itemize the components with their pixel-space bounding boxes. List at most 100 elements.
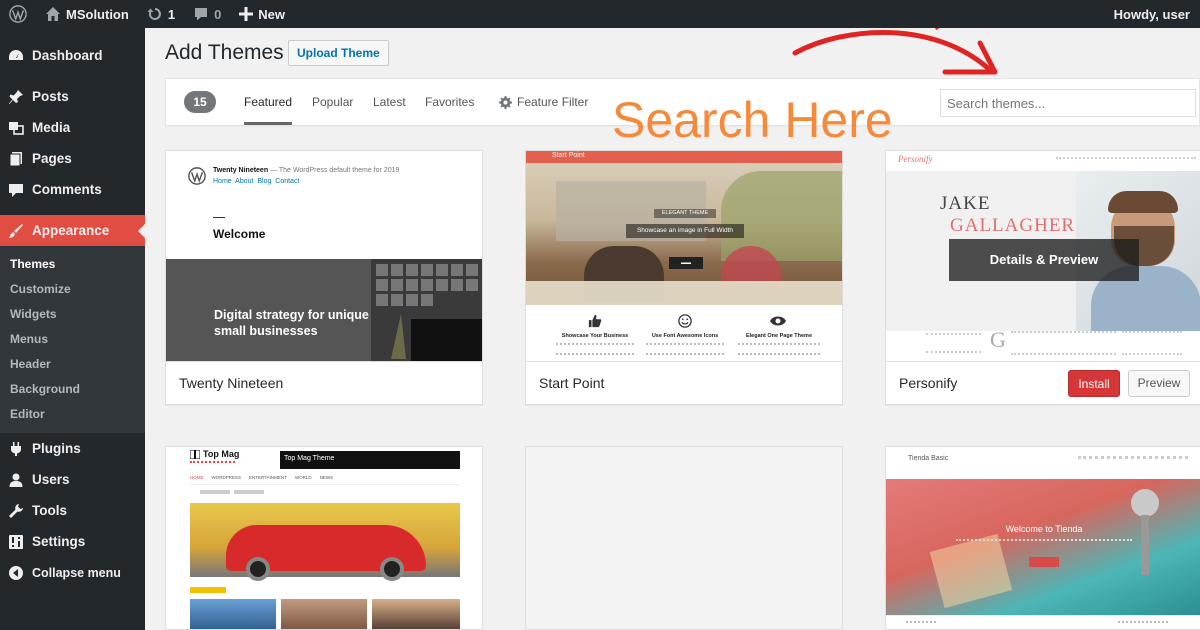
theme-card-footer: Personify Install Preview	[886, 361, 1200, 404]
theme-card-tienda[interactable]: Tienda Basic Welcome to Tienda	[885, 446, 1200, 630]
sidebar-item-settings[interactable]: Settings	[0, 526, 145, 557]
preview-badge: ELEGANT THEME	[654, 209, 716, 218]
theme-name: Personify	[899, 375, 958, 391]
smiley-icon	[678, 314, 692, 328]
submenu-item-header[interactable]: Header	[0, 352, 145, 377]
pages-icon	[8, 151, 24, 167]
search-here-annotation: Search Here	[612, 92, 893, 148]
preview-caption: Showcase an image in Full Width	[626, 224, 744, 238]
theme-screenshot-placeholder	[526, 447, 842, 629]
submenu-item-editor[interactable]: Editor	[0, 402, 145, 427]
sidebar-item-media[interactable]: Media	[0, 112, 145, 143]
tab-featured[interactable]: Featured	[244, 95, 293, 125]
user-account-link[interactable]: Howdy, user	[1114, 7, 1200, 22]
collapse-menu-button[interactable]: Collapse menu	[0, 557, 145, 588]
updates-link[interactable]: 1	[138, 0, 184, 28]
preview-heading: Welcome to Tienda	[1005, 524, 1083, 534]
preview-site-title: Tienda Basic	[908, 455, 949, 462]
sidebar-item-label: Collapse menu	[32, 565, 121, 580]
sidebar-item-posts[interactable]: Posts	[0, 81, 145, 112]
sidebar-item-label: Tools	[32, 503, 67, 518]
preview-menu-item: WORDPRESS	[211, 475, 242, 480]
theme-card-footer: Start Point	[526, 361, 842, 404]
preview-menu-item: HOME	[190, 475, 204, 480]
sidebar-item-plugins[interactable]: Plugins	[0, 433, 145, 464]
theme-card-personify[interactable]: Personify JAKE GALLAGHER G Details & Pre…	[885, 150, 1200, 405]
preview-heading: Welcome	[213, 227, 266, 241]
dashboard-icon	[8, 48, 24, 64]
admin-sidebar: Dashboard Posts Media Pages Comments App…	[0, 28, 146, 630]
preview-nav: Home About Blog Contact	[213, 178, 300, 185]
new-content-link[interactable]: New	[230, 0, 294, 28]
theme-screenshot[interactable]: Tienda Basic Welcome to Tienda	[886, 447, 1200, 629]
eye-icon	[770, 316, 786, 326]
theme-card-twenty-nineteen[interactable]: Twenty Nineteen — The WordPress default …	[165, 150, 483, 405]
theme-screenshot[interactable]: Twenty Nineteen — The WordPress default …	[166, 151, 482, 361]
preview-name-line1: JAKE	[940, 193, 991, 214]
theme-card-start-point[interactable]: Start Point ELEGANT THEME Showcase an im…	[525, 150, 843, 405]
preview-banner-text: Digital strategy for unique small busine…	[214, 308, 369, 338]
brush-icon	[8, 223, 24, 239]
feature-filter-label: Feature Filter	[517, 95, 589, 109]
tab-favorites[interactable]: Favorites	[425, 95, 474, 109]
sidebar-item-comments[interactable]: Comments	[0, 174, 145, 205]
refresh-icon	[147, 8, 161, 20]
tab-popular[interactable]: Popular	[312, 95, 353, 109]
theme-name: Twenty Nineteen	[179, 375, 284, 391]
wordpress-logo-button[interactable]	[0, 0, 36, 28]
tab-latest[interactable]: Latest	[373, 95, 406, 109]
media-icon	[8, 120, 24, 136]
submenu-item-menus[interactable]: Menus	[0, 327, 145, 352]
submenu-item-background[interactable]: Background	[0, 377, 145, 402]
theme-card-top-mag[interactable]: Top Mag Top Mag Theme HOME WORDPRESS ENT…	[165, 446, 483, 630]
preview-menu-item: ENTERTAINMENT	[249, 475, 287, 480]
updates-count: 1	[167, 6, 176, 22]
submenu-item-widgets[interactable]: Widgets	[0, 302, 145, 327]
sidebar-item-pages[interactable]: Pages	[0, 143, 145, 174]
theme-screenshot[interactable]: Top Mag Top Mag Theme HOME WORDPRESS ENT…	[166, 447, 482, 629]
comments-link[interactable]: 0	[184, 0, 230, 28]
wordpress-icon	[9, 5, 27, 23]
search-themes-input[interactable]	[940, 89, 1196, 117]
submenu-item-themes[interactable]: Themes	[0, 252, 145, 277]
comments-count: 0	[214, 6, 222, 22]
sidebar-item-dashboard[interactable]: Dashboard	[0, 40, 145, 71]
wrench-icon	[8, 503, 24, 519]
appearance-submenu: Themes Customize Widgets Menus Header Ba…	[0, 246, 145, 433]
theme-card-placeholder[interactable]	[525, 446, 843, 630]
sidebar-item-label: Users	[32, 472, 70, 487]
theme-count-badge: 15	[184, 91, 216, 113]
sidebar-item-label: Settings	[32, 534, 86, 549]
theme-card-footer: Twenty Nineteen	[166, 361, 482, 404]
main-content: Add Themes Upload Theme 15 Featured Popu…	[145, 28, 1200, 630]
plugin-icon	[8, 441, 24, 457]
home-icon	[46, 7, 60, 21]
site-name-link[interactable]: MSolution	[36, 0, 138, 28]
theme-screenshot[interactable]: Personify JAKE GALLAGHER G Details & Pre…	[886, 151, 1200, 361]
admin-bar: MSolution 1 0 New Howdy, user	[0, 0, 1200, 28]
details-preview-overlay-button[interactable]: Details & Preview	[949, 239, 1139, 281]
submenu-item-customize[interactable]: Customize	[0, 277, 145, 302]
preview-tagline: — The WordPress default theme for 2019	[270, 167, 400, 174]
annotation-arrow-icon	[792, 28, 998, 75]
sidebar-item-label: Plugins	[32, 441, 81, 456]
comment-icon	[195, 8, 208, 21]
sidebar-item-users[interactable]: Users	[0, 464, 145, 495]
sidebar-item-appearance[interactable]: Appearance	[0, 215, 146, 246]
settings-icon	[8, 534, 24, 550]
sidebar-item-label: Comments	[32, 182, 102, 197]
feature-filter-button[interactable]: Feature Filter	[499, 95, 588, 109]
sidebar-item-tools[interactable]: Tools	[0, 495, 145, 526]
install-button[interactable]: Install	[1068, 370, 1120, 397]
thumbs-up-icon	[588, 314, 602, 328]
preview-button[interactable]: Preview	[1128, 370, 1190, 397]
site-name: MSolution	[66, 6, 129, 22]
page-title: Add Themes	[165, 41, 284, 64]
sidebar-item-label: Posts	[32, 89, 69, 104]
new-label: New	[258, 6, 286, 22]
preview-feature-2: Use Font Awesome Icons	[651, 333, 719, 339]
plus-icon	[239, 7, 254, 21]
wordpress-icon	[188, 167, 206, 185]
upload-theme-button[interactable]: Upload Theme	[288, 40, 389, 66]
theme-screenshot[interactable]: Start Point ELEGANT THEME Showcase an im…	[526, 151, 842, 361]
